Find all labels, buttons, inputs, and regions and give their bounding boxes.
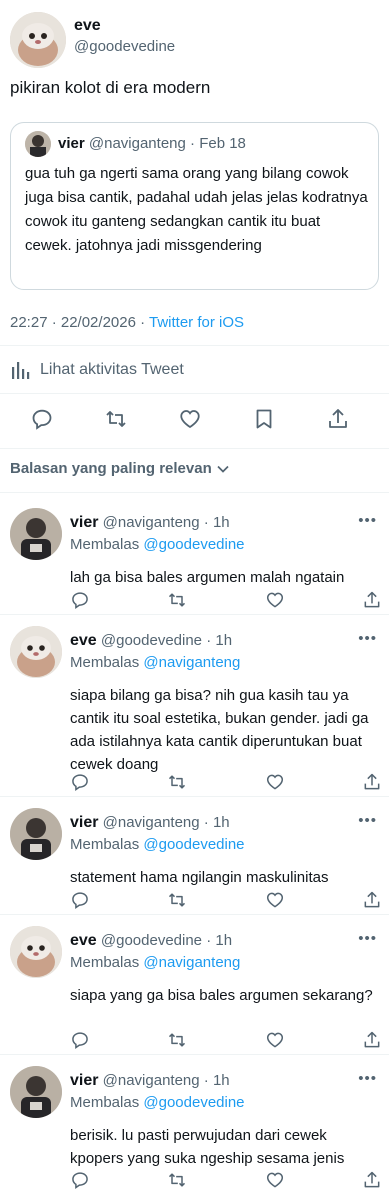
reply-tweet[interactable]: vier @naviganteng · 1h ••• Membalas @goo… (0, 1054, 389, 1200)
retweet-icon[interactable] (104, 407, 128, 433)
reply-tweet[interactable]: eve @goodevedine · 1h ••• Membalas @navi… (0, 614, 389, 796)
reply-action-bar (70, 772, 382, 792)
reply-author-handle[interactable]: @naviganteng (103, 514, 200, 531)
author-name[interactable]: eve (74, 17, 101, 35)
reply-avatar[interactable] (10, 508, 62, 560)
author-handle[interactable]: @goodevedine (74, 38, 175, 55)
divider (0, 393, 389, 394)
more-icon[interactable]: ••• (358, 812, 377, 829)
reply-time: · 1h (203, 814, 230, 831)
reply-action-bar (70, 890, 382, 910)
eve-avatar[interactable] (10, 12, 66, 68)
reply-text: siapa yang ga bisa bales argumen sekaran… (70, 987, 373, 1004)
reply-time: · 1h (206, 932, 233, 949)
replying-to-handle[interactable]: @goodevedine (143, 1094, 244, 1111)
replying-to-handle[interactable]: @goodevedine (143, 536, 244, 553)
reply-author-name[interactable]: vier (70, 1072, 98, 1089)
reply-author-name[interactable]: eve (70, 632, 97, 649)
replying-to-handle[interactable]: @naviganteng (143, 954, 240, 971)
reply-text: siapa bilang ga bisa? nih gua kasih tau … (70, 687, 369, 773)
analytics-icon (10, 359, 32, 381)
tweet-source-link[interactable]: Twitter for iOS (149, 314, 244, 331)
retweet-icon[interactable] (167, 890, 187, 910)
bookmark-icon[interactable] (252, 407, 276, 433)
reply-icon[interactable] (70, 590, 90, 610)
reply-author-handle[interactable]: @goodevedine (101, 932, 202, 949)
divider (0, 448, 389, 449)
reply-avatar[interactable] (10, 808, 62, 860)
replying-to-handle[interactable]: @goodevedine (143, 836, 244, 853)
replying-to-label: Membalas (70, 536, 140, 553)
reply-author-handle[interactable]: @goodevedine (101, 632, 202, 649)
quoted-text: gua tuh ga ngerti sama orang yang bilang… (25, 165, 368, 254)
reply-author-name[interactable]: vier (70, 514, 98, 531)
reply-time: · 1h (203, 514, 230, 531)
reply-tweet[interactable]: eve @goodevedine · 1h ••• Membalas @navi… (0, 914, 389, 1054)
reply-author-handle[interactable]: @naviganteng (103, 1072, 200, 1089)
view-activity-label: Lihat aktivitas Tweet (40, 361, 184, 378)
like-icon[interactable] (265, 1030, 285, 1050)
tweet-text: pikiran kolot di era modern (10, 78, 211, 97)
reply-tweet[interactable]: vier @naviganteng · 1h ••• Membalas @goo… (0, 496, 389, 614)
quoted-separator: · (190, 135, 196, 152)
share-icon[interactable] (362, 1030, 382, 1050)
reply-action-bar (70, 590, 382, 610)
more-icon[interactable]: ••• (358, 1070, 377, 1087)
main-action-bar (30, 407, 350, 433)
like-icon[interactable] (265, 890, 285, 910)
tweet-timestamp: 22:27 · 22/02/2026 · (10, 314, 149, 331)
reply-time: · 1h (203, 1072, 230, 1089)
replies-header: Balasan yang paling relevan (10, 460, 212, 477)
quoted-author-name: vier (58, 135, 85, 152)
reply-action-bar (70, 1030, 382, 1050)
share-icon[interactable] (362, 890, 382, 910)
reply-text: lah ga bisa bales argumen malah ngatain (70, 569, 345, 586)
reply-icon[interactable] (30, 407, 54, 433)
vier-avatar (25, 131, 51, 157)
reply-avatar[interactable] (10, 1066, 62, 1118)
replying-to-handle[interactable]: @naviganteng (143, 654, 240, 671)
replies-sort-button[interactable]: Balasan yang paling relevan (10, 460, 230, 477)
like-icon[interactable] (178, 407, 202, 433)
divider (0, 492, 389, 493)
replying-to-label: Membalas (70, 836, 140, 853)
reply-icon[interactable] (70, 1170, 90, 1190)
share-icon[interactable] (362, 772, 382, 792)
reply-avatar[interactable] (10, 926, 62, 978)
share-icon[interactable] (326, 407, 350, 433)
like-icon[interactable] (265, 1170, 285, 1190)
retweet-icon[interactable] (167, 1170, 187, 1190)
share-icon[interactable] (362, 1170, 382, 1190)
replying-to-label: Membalas (70, 1094, 140, 1111)
reply-action-bar (70, 1170, 382, 1190)
view-activity-button[interactable]: Lihat aktivitas Tweet (10, 358, 184, 382)
reply-icon[interactable] (70, 772, 90, 792)
retweet-icon[interactable] (167, 1030, 187, 1050)
quoted-date: Feb 18 (199, 135, 246, 152)
like-icon[interactable] (265, 590, 285, 610)
reply-icon[interactable] (70, 890, 90, 910)
more-icon[interactable]: ••• (358, 630, 377, 647)
reply-icon[interactable] (70, 1030, 90, 1050)
reply-author-name[interactable]: vier (70, 814, 98, 831)
retweet-icon[interactable] (167, 772, 187, 792)
reply-avatar[interactable] (10, 626, 62, 678)
quoted-author-handle: @naviganteng (88, 135, 186, 152)
more-icon[interactable]: ••• (358, 512, 377, 529)
retweet-icon[interactable] (167, 590, 187, 610)
chevron-down-icon (216, 462, 230, 476)
reply-time: · 1h (206, 632, 233, 649)
replying-to-label: Membalas (70, 654, 140, 671)
reply-text: berisik. lu pasti perwujudan dari cewek … (70, 1127, 345, 1167)
reply-tweet[interactable]: vier @naviganteng · 1h ••• Membalas @goo… (0, 796, 389, 914)
reply-author-handle[interactable]: @naviganteng (103, 814, 200, 831)
like-icon[interactable] (265, 772, 285, 792)
reply-author-name[interactable]: eve (70, 932, 97, 949)
more-icon[interactable]: ••• (358, 930, 377, 947)
divider (0, 345, 389, 346)
reply-text: statement hama ngilangin maskulinitas (70, 869, 329, 886)
replying-to-label: Membalas (70, 954, 140, 971)
share-icon[interactable] (362, 590, 382, 610)
